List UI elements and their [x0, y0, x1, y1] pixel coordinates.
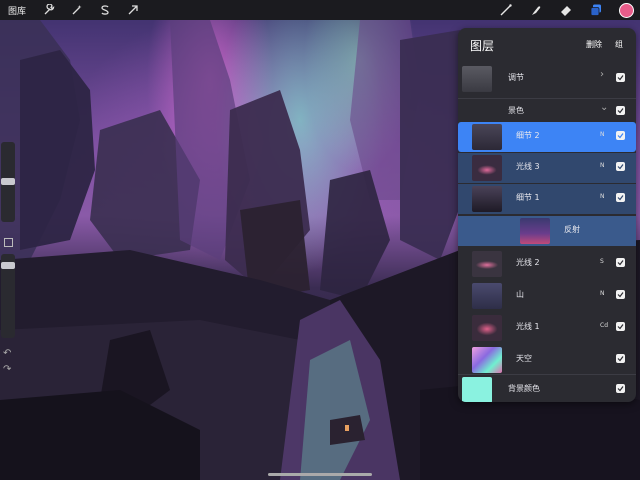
background-color-swatch[interactable] [462, 377, 492, 402]
visibility-checkbox[interactable] [616, 193, 625, 202]
current-color-swatch[interactable] [619, 2, 634, 18]
undo-icon[interactable]: ↶ [3, 348, 11, 359]
layer-name: 天空 [516, 354, 532, 363]
layer-row-light-1[interactable]: 光线 1 Cd [458, 313, 636, 343]
blend-mode[interactable]: Cd [600, 322, 608, 329]
layer-thumbnail [472, 155, 502, 181]
wrench-icon[interactable] [40, 1, 58, 19]
layer-thumbnail [472, 186, 502, 212]
brush-size-slider[interactable] [1, 142, 15, 222]
chevron-down-icon[interactable]: ⌄ [600, 102, 608, 113]
layer-row-mountain[interactable]: 山 N [458, 281, 636, 311]
layer-row-detail-1[interactable]: 细节 1 N [458, 184, 636, 214]
layer-row-sky[interactable]: 天空 [458, 345, 636, 375]
layer-row-background-color[interactable]: 背景颜色 [458, 374, 636, 402]
layer-row-detail-2[interactable]: 细节 2 N [458, 122, 636, 152]
layer-thumbnail [472, 251, 502, 277]
visibility-checkbox[interactable] [616, 354, 625, 363]
layer-row-light-3[interactable]: 光线 3 N [458, 153, 636, 183]
brush-size-knob[interactable] [1, 178, 15, 185]
layer-row-light-2[interactable]: 光线 2 S [458, 249, 636, 279]
visibility-checkbox[interactable] [616, 162, 625, 171]
layer-name: 景色 [508, 106, 524, 115]
visibility-checkbox[interactable] [616, 258, 625, 267]
layer-thumbnail [472, 347, 502, 373]
layer-thumbnail [472, 315, 502, 341]
layer-row-reflection[interactable]: 反射 [458, 216, 636, 246]
layer-name: 光线 3 [516, 162, 540, 171]
modify-button[interactable] [4, 238, 13, 247]
blend-mode[interactable]: N [600, 290, 605, 297]
visibility-checkbox[interactable] [616, 290, 625, 299]
visibility-checkbox[interactable] [616, 131, 625, 140]
layer-thumbnail [472, 124, 502, 150]
blend-mode[interactable]: S [600, 258, 604, 265]
smudge-icon[interactable] [527, 1, 545, 19]
chevron-right-icon[interactable]: › [600, 69, 604, 80]
top-toolbar: 图库 [0, 0, 640, 20]
visibility-checkbox[interactable] [616, 384, 625, 393]
visibility-checkbox[interactable] [616, 322, 625, 331]
layer-row-adjust-group[interactable]: 调节 › [458, 64, 636, 94]
blend-mode[interactable]: N [600, 131, 605, 138]
magic-wand-icon[interactable] [68, 1, 86, 19]
eraser-icon[interactable] [557, 1, 575, 19]
delete-button[interactable]: 删除 [586, 39, 602, 50]
selection-s-icon[interactable] [96, 1, 114, 19]
layers-panel: 图层 删除 组 调节 › 景色 ⌄ 细节 2 N 光线 3 N 细节 1 N 反… [458, 28, 636, 402]
visibility-checkbox[interactable] [616, 106, 625, 115]
layers-panel-header: 图层 删除 组 [458, 28, 636, 60]
visibility-checkbox[interactable] [616, 73, 625, 82]
layer-name: 光线 1 [516, 322, 540, 331]
layer-thumbnail [472, 283, 502, 309]
layer-name: 背景颜色 [508, 384, 540, 393]
layer-name: 光线 2 [516, 258, 540, 267]
layer-name: 调节 [508, 73, 524, 82]
opacity-knob[interactable] [1, 262, 15, 269]
layer-row-scenery-group[interactable]: 景色 ⌄ [458, 98, 636, 123]
layer-name: 细节 1 [516, 193, 540, 202]
layer-thumbnail [462, 66, 492, 92]
layer-name: 山 [516, 290, 524, 299]
layer-name: 反射 [564, 225, 580, 234]
brush-icon[interactable] [497, 1, 515, 19]
layer-thumbnail [520, 218, 550, 244]
opacity-slider[interactable] [1, 254, 15, 338]
layers-icon[interactable] [587, 1, 605, 19]
redo-icon[interactable]: ↷ [3, 364, 11, 375]
transform-arrow-icon[interactable] [124, 1, 142, 19]
group-button[interactable]: 组 [615, 39, 623, 50]
home-indicator[interactable] [268, 473, 372, 476]
blend-mode[interactable]: N [600, 162, 605, 169]
layer-name: 细节 2 [516, 131, 540, 140]
layers-panel-title: 图层 [470, 39, 495, 53]
blend-mode[interactable]: N [600, 193, 605, 200]
gallery-button[interactable]: 图库 [8, 4, 26, 17]
